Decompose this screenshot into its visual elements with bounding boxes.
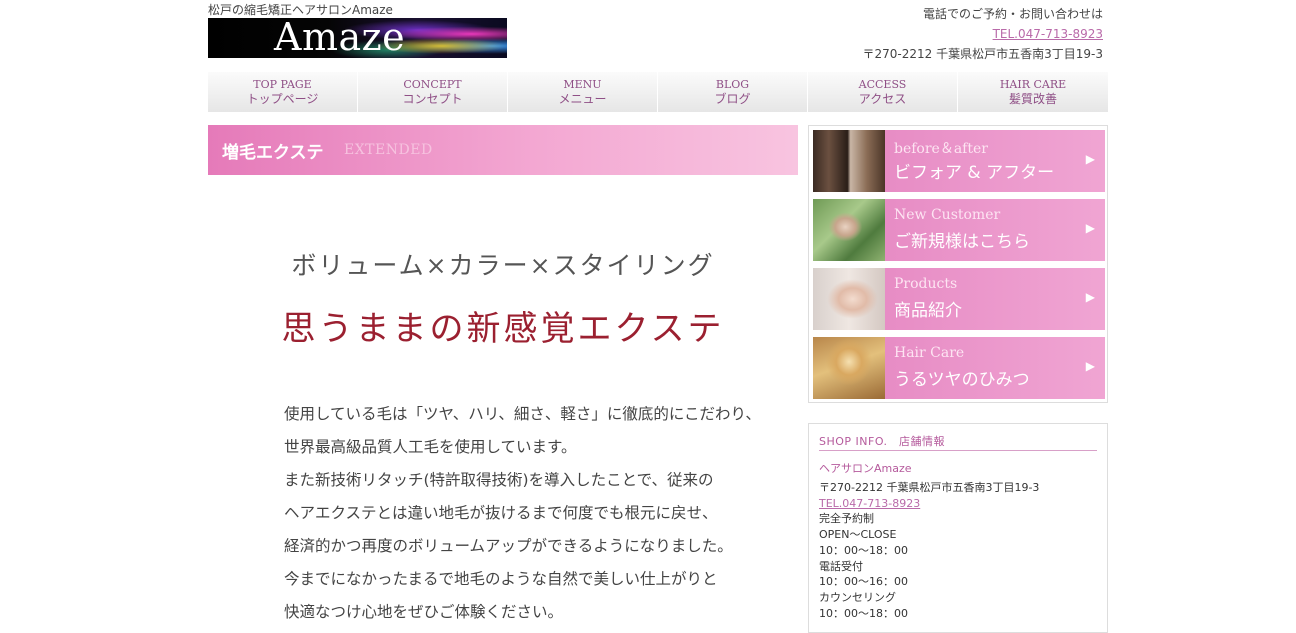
- description-line: ヘアエクステとは違い地毛が抜けるまで何度でも根元に戻せ、: [284, 504, 718, 522]
- nav-concept[interactable]: CONCEPT コンセプト: [358, 72, 508, 112]
- page-title: 増毛エクステ: [222, 143, 324, 163]
- new-customer-photo: [813, 199, 885, 261]
- banner-hair-care[interactable]: Hair Care うるツヤのひみつ ▶: [813, 337, 1105, 399]
- nav-label-en: TOP PAGE: [253, 78, 312, 91]
- header-address: 〒270-2212 千葉県松戸市五香南3丁目19-3: [862, 47, 1103, 61]
- before-after-photo: [813, 130, 885, 192]
- nav-access[interactable]: ACCESS アクセス: [808, 72, 958, 112]
- chevron-right-icon: ▶: [1085, 152, 1095, 166]
- banner-new-customer[interactable]: New Customer ご新規様はこちら ▶: [813, 199, 1105, 261]
- contact-label: 電話でのご予約・お問い合わせは: [922, 7, 1103, 21]
- shop-line: 電話受付: [819, 559, 863, 573]
- nav-top-page[interactable]: TOP PAGE トップページ: [208, 72, 358, 112]
- shop-line: カウンセリング: [819, 590, 896, 604]
- chevron-right-icon: ▶: [1085, 359, 1095, 373]
- shop-address: 〒270-2212 千葉県松戸市五香南3丁目19-3: [819, 481, 1040, 494]
- shop-line: 10：00～18：00: [819, 606, 908, 620]
- nav-label-en: BLOG: [715, 78, 750, 91]
- description-text: 使用している毛は「ツヤ、ハリ、細さ、軽さ」に徹底的にこだわり、 世界最高級品質人…: [284, 398, 764, 629]
- catch-copy: 思うままの新感覚エクステ: [281, 309, 725, 349]
- nav-label-jp: 髪質改善: [1008, 92, 1057, 106]
- banner-label-en: Products: [894, 276, 958, 292]
- banner-label-en: before＆after: [894, 141, 988, 157]
- products-photo: [813, 268, 885, 330]
- description-line: また新技術リタッチ(特許取得技術)を導入したことで、従来の: [284, 471, 714, 489]
- shop-line: 完全予約制: [819, 512, 874, 526]
- page-heading: 増毛エクステ EXTENDED: [208, 125, 798, 175]
- site-logo[interactable]: Amaze: [208, 18, 507, 58]
- nav-label-en: CONCEPT: [403, 78, 462, 91]
- shop-line: 10：00～18：00: [819, 543, 908, 557]
- banner-label-en: New Customer: [894, 207, 1001, 223]
- header-contact: 電話でのご予約・お問い合わせは TEL.047-713-8923 〒270-22…: [863, 4, 1103, 64]
- chevron-right-icon: ▶: [1085, 221, 1095, 235]
- description-line: 快適なつけ心地をぜひご体験ください。: [284, 603, 564, 621]
- banner-label-jp: うるツヤのひみつ: [894, 370, 1030, 390]
- description-line: 今までになかったまるで地毛のような自然で美しい仕上がりと: [284, 570, 718, 588]
- banner-label-jp: ご新規様はこちら: [894, 232, 1030, 252]
- nav-label-en: ACCESS: [858, 78, 907, 91]
- description-line: 使用している毛は「ツヤ、ハリ、細さ、軽さ」に徹底的にこだわり、: [284, 405, 761, 423]
- description-line: 世界最高級品質人工毛を使用しています。: [284, 438, 577, 456]
- hair-care-photo: [813, 337, 885, 399]
- nav-menu[interactable]: MENU メニュー: [508, 72, 658, 112]
- description-line: 経済的かつ再度のボリュームアップができるようになりました。: [284, 537, 733, 555]
- site-tagline: 松戸の縮毛矯正ヘアサロンAmaze: [208, 3, 393, 17]
- nav-blog[interactable]: BLOG ブログ: [658, 72, 808, 112]
- nav-label-jp: ブログ: [714, 92, 751, 106]
- sidebar-banners: before＆after ビフォア & アフター ▶ New Customer …: [808, 125, 1108, 403]
- banner-label-jp: 商品紹介: [894, 301, 962, 321]
- header-tel-link[interactable]: TEL.047-713-8923: [993, 27, 1103, 41]
- nav-label-jp: アクセス: [858, 92, 907, 106]
- logo-text: Amaze: [274, 18, 406, 58]
- banner-label-jp: ビフォア & アフター: [894, 163, 1055, 183]
- page-title-en: EXTENDED: [344, 142, 433, 158]
- shop-name: ヘアサロンAmaze: [819, 462, 912, 475]
- shop-line: OPEN～CLOSE: [819, 528, 897, 542]
- nav-label-jp: メニュー: [558, 92, 607, 106]
- shop-line: 10：00～16：00: [819, 575, 908, 589]
- shop-info-box: SHOP INFO. 店舗情報 ヘアサロンAmaze 〒270-2212 千葉県…: [808, 423, 1108, 633]
- nav-label-en: MENU: [563, 78, 602, 91]
- shop-tel-link[interactable]: TEL.047-713-8923: [819, 497, 920, 510]
- banner-products[interactable]: Products 商品紹介 ▶: [813, 268, 1105, 330]
- banner-before-after[interactable]: before＆after ビフォア & アフター ▶: [813, 130, 1105, 192]
- chevron-right-icon: ▶: [1085, 290, 1095, 304]
- nav-hair-care[interactable]: HAIR CARE 髪質改善: [958, 72, 1108, 112]
- banner-label-en: Hair Care: [894, 345, 965, 361]
- nav-label-en: HAIR CARE: [999, 78, 1067, 91]
- nav-label-jp: トップページ: [246, 92, 319, 106]
- sub-heading: ボリューム×カラー×スタイリング: [291, 251, 715, 280]
- shop-info-title: SHOP INFO. 店舗情報: [819, 433, 1097, 451]
- global-nav: TOP PAGE トップページ CONCEPT コンセプト MENU メニュー BLO…: [208, 72, 1108, 112]
- nav-label-jp: コンセプト: [402, 92, 463, 106]
- shop-details: 〒270-2212 千葉県松戸市五香南3丁目19-3 TEL.047-713-8…: [819, 480, 1039, 621]
